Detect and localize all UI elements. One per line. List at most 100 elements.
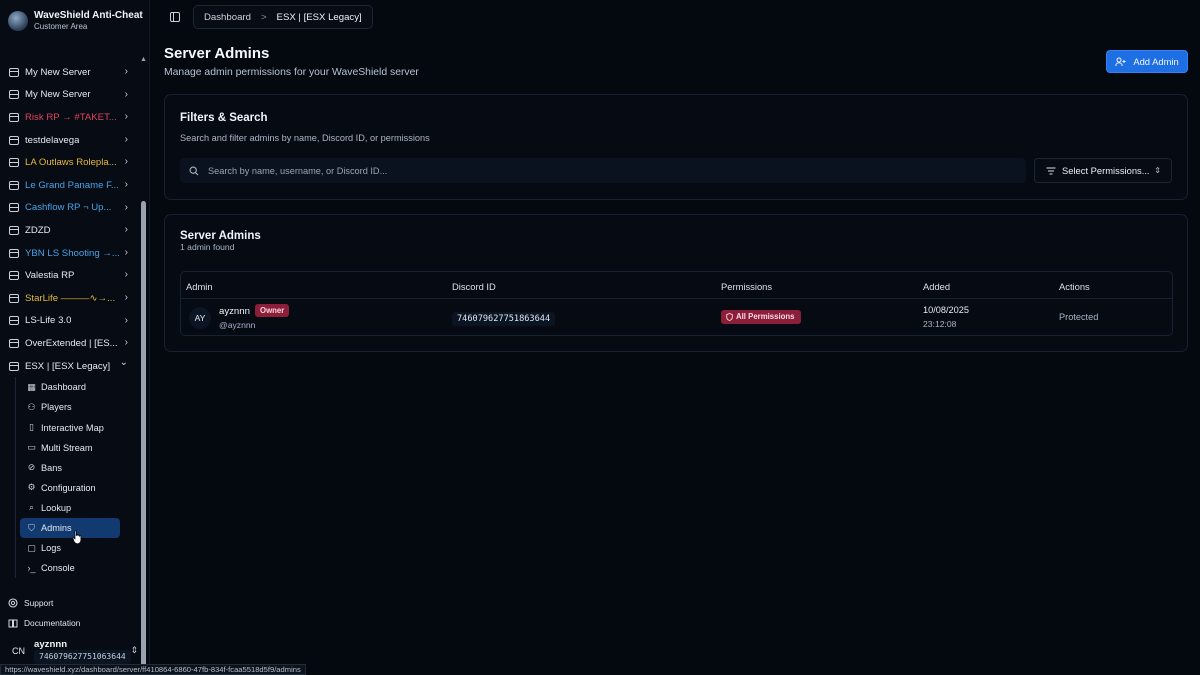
server-icon	[9, 158, 19, 168]
permissions-select[interactable]: Select Permissions... ⇕	[1034, 158, 1172, 183]
page-subtitle: Manage admin permissions for your WaveSh…	[164, 67, 419, 78]
support-label: Support	[24, 598, 54, 608]
subnav-label: Interactive Map	[41, 422, 104, 433]
scroll-down-arrow[interactable]: ▼	[140, 624, 147, 631]
server-item[interactable]: My New Server ›	[0, 61, 138, 84]
server-item[interactable]: My New Server ›	[0, 84, 138, 107]
server-item[interactable]: ZDZD ›	[0, 219, 138, 242]
subnav-item-logs[interactable]: ▢ Logs	[20, 538, 120, 558]
breadcrumb-current: ESX | [ESX Legacy]	[276, 11, 362, 23]
subnav-item-bans[interactable]: ⊘ Bans	[20, 458, 120, 478]
scroll-thumb[interactable]	[141, 201, 146, 671]
subnav-item-players[interactable]: ⚇ Players	[20, 397, 120, 417]
page-title: Server Admins	[164, 45, 270, 62]
admins-table: Admin Discord ID Permissions Added Actio…	[180, 271, 1173, 336]
subnav-label: Multi Stream	[41, 442, 93, 453]
monitor-icon: ▭	[27, 442, 36, 453]
search-input[interactable]: Search by name, username, or Discord ID.…	[180, 158, 1026, 183]
server-item[interactable]: Cashflow RP ¬ Up... ›	[0, 197, 138, 220]
server-label: testdelavega	[25, 134, 80, 146]
brand-title: WaveShield Anti-Cheat	[34, 10, 143, 21]
subnav-label: Dashboard	[41, 382, 86, 393]
subnav-item-interactive-map[interactable]: ▯ Interactive Map	[20, 418, 120, 438]
documentation-label: Documentation	[24, 618, 81, 628]
server-label: My New Server	[25, 89, 91, 101]
server-admins-card: Server Admins 1 admin found Admin Discor…	[164, 214, 1188, 352]
subnav-item-dashboard[interactable]: ▦ Dashboard	[20, 377, 120, 397]
sidebar-scrollbar[interactable]: ▲ ▼	[140, 56, 147, 671]
subnav-label: Admins	[41, 523, 72, 534]
column-added: Added	[923, 281, 951, 292]
server-item[interactable]: OverExtended | [ES... ›	[0, 332, 138, 355]
server-label: StarLife ———∿→...	[25, 292, 116, 304]
chevron-right-icon: ›	[124, 314, 128, 326]
chevron-right-icon: >	[260, 11, 267, 23]
table-header: Admin Discord ID Permissions Added Actio…	[181, 272, 1172, 299]
breadcrumb: Dashboard > ESX | [ESX Legacy]	[193, 5, 373, 29]
table-row[interactable]: AY ayznnn Owner @ayznnn 7460796277518636…	[181, 299, 1172, 336]
server-icon	[9, 293, 19, 303]
subnav-item-multi-stream[interactable]: ▭ Multi Stream	[20, 438, 120, 458]
chevrons-updown-icon: ⇕	[1154, 166, 1161, 175]
support-link[interactable]: Support	[8, 593, 80, 613]
user-plus-icon	[1115, 57, 1126, 66]
users-icon: ⚇	[27, 401, 36, 412]
sidebar-toggle-button[interactable]	[163, 5, 187, 29]
server-icon	[9, 338, 19, 348]
server-icon	[9, 180, 19, 190]
status-bar-url: https://waveshield.xyz/dashboard/server/…	[0, 664, 306, 675]
server-item[interactable]: StarLife ———∿→... ›	[0, 287, 138, 310]
admin-discord-id: 746079627751863644	[452, 312, 556, 326]
server-item[interactable]: testdelavega ›	[0, 129, 138, 152]
server-item[interactable]: Le Grand Paname F... ›	[0, 174, 138, 197]
brand[interactable]: WaveShield Anti-Cheat Customer Area	[8, 10, 143, 31]
file-icon: ▢	[27, 542, 36, 553]
subnav-item-admins[interactable]: ⛉ Admins	[20, 517, 120, 539]
add-admin-button[interactable]: Add Admin	[1106, 50, 1188, 73]
server-label: LA Outlaws Rolepla...	[25, 157, 117, 169]
chevron-right-icon: ›	[124, 224, 128, 236]
added-date: 10/08/2025	[923, 305, 969, 315]
subnav-item-lookup[interactable]: ⌕ Lookup	[20, 498, 120, 518]
server-item[interactable]: LA Outlaws Rolepla... ›	[0, 151, 138, 174]
ban-icon: ⊘	[27, 462, 36, 473]
server-icon	[9, 90, 19, 100]
chevron-right-icon: ›	[124, 178, 128, 190]
server-icon	[9, 316, 19, 326]
shield-icon	[726, 313, 733, 321]
subnav-item-console[interactable]: ›_ Console	[20, 558, 120, 578]
server-item[interactable]: Risk RP → #TAKET... ›	[0, 106, 138, 129]
user-name: ayznnn	[34, 638, 68, 650]
permissions-select-label: Select Permissions...	[1062, 165, 1150, 176]
gear-icon: ⚙	[27, 482, 36, 493]
sidebar: WaveShield Anti-Cheat Customer Area My N…	[0, 0, 150, 675]
grid-icon: ▦	[27, 381, 36, 392]
chevron-right-icon: ›	[124, 201, 128, 213]
server-label: Le Grand Paname F...	[25, 179, 119, 191]
server-item[interactable]: Valestia RP ›	[0, 264, 138, 287]
admins-count: 1 admin found	[180, 242, 235, 252]
filters-title: Filters & Search	[180, 112, 268, 124]
server-label: My New Server	[25, 66, 91, 78]
documentation-link[interactable]: Documentation	[8, 613, 80, 633]
user-menu[interactable]: CN ayznnn 746079627751063644 ⇕	[0, 638, 150, 664]
brand-subtitle: Customer Area	[34, 22, 88, 31]
chevron-right-icon: ›	[124, 133, 128, 145]
server-item[interactable]: ESX | [ESX Legacy] ⌄	[0, 355, 138, 378]
subnav-label: Lookup	[41, 502, 72, 513]
search-icon	[189, 166, 199, 175]
search-placeholder: Search by name, username, or Discord ID.…	[208, 165, 388, 176]
server-icon	[9, 135, 19, 145]
chevron-right-icon: ›	[124, 66, 128, 77]
added-time: 23:12:08	[923, 319, 957, 329]
server-item[interactable]: YBN LS Shooting →... ›	[0, 242, 138, 265]
server-icon	[9, 225, 19, 235]
subnav-item-configuration[interactable]: ⚙ Configuration	[20, 478, 120, 498]
server-label: ESX | [ESX Legacy]	[25, 360, 111, 372]
scroll-up-arrow[interactable]: ▲	[140, 56, 147, 63]
breadcrumb-dashboard[interactable]: Dashboard	[204, 12, 251, 23]
topbar: Dashboard > ESX | [ESX Legacy]	[163, 5, 373, 29]
search-icon: ⌕	[28, 502, 35, 513]
server-item[interactable]: LS-Life 3.0 ›	[0, 310, 138, 333]
server-label: YBN LS Shooting →...	[25, 247, 119, 259]
